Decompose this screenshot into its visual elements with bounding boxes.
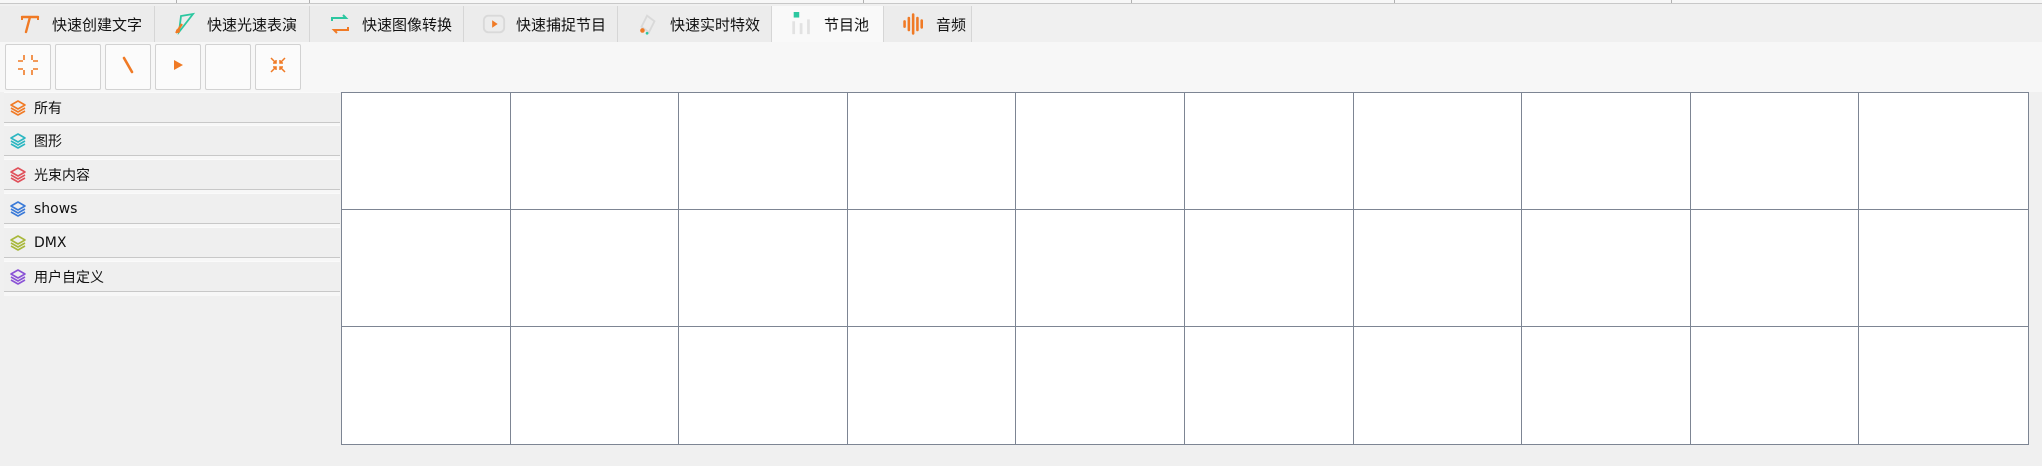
realtime-effect-icon	[636, 12, 660, 36]
show-slot[interactable]	[679, 93, 848, 210]
show-grid	[341, 92, 2029, 445]
toolbar	[0, 42, 2042, 92]
toolbar-button-5[interactable]	[205, 44, 251, 90]
tab-quick-image[interactable]: 快速图像转换	[310, 6, 464, 42]
show-slot[interactable]	[342, 93, 511, 210]
line-tool-button[interactable]	[105, 44, 151, 90]
audio-bars-icon	[902, 12, 926, 36]
tab-show-pool[interactable]: 节目池	[772, 6, 884, 42]
layers-icon	[8, 165, 28, 185]
capture-play-icon	[482, 12, 506, 36]
show-slot[interactable]	[1522, 93, 1691, 210]
category-label: 用户自定义	[34, 269, 104, 286]
category-label: DMX	[34, 234, 67, 251]
category-sidebar: 所有 图形 光束内容 shows DMX 用户自定义	[4, 92, 340, 296]
collapse-all-icon	[15, 52, 41, 82]
beam-triangle-icon	[173, 12, 197, 36]
layers-icon	[8, 199, 28, 219]
category-user-defined[interactable]: 用户自定义	[4, 261, 340, 292]
show-slot[interactable]	[847, 210, 1017, 327]
category-shapes[interactable]: 图形	[4, 125, 340, 156]
tab-label: 快速创建文字	[52, 15, 143, 34]
collapse-all-button[interactable]	[5, 44, 51, 90]
expand-all-button[interactable]	[255, 44, 301, 90]
tab-label: 快速图像转换	[362, 15, 453, 34]
tab-quick-text[interactable]: 快速创建文字	[0, 6, 155, 42]
show-slot[interactable]	[1859, 327, 2028, 444]
show-slot[interactable]	[847, 327, 1017, 444]
tab-quick-capture[interactable]: 快速捕捉节目	[464, 6, 618, 42]
category-label: shows	[34, 200, 78, 217]
show-slot[interactable]	[679, 327, 848, 444]
tab-label: 快速捕捉节目	[516, 15, 607, 34]
show-slot[interactable]	[510, 327, 680, 444]
show-slot[interactable]	[342, 210, 511, 327]
expand-all-icon	[265, 52, 291, 82]
show-slot[interactable]	[1016, 327, 1185, 444]
layers-icon	[8, 98, 28, 118]
show-slot[interactable]	[847, 93, 1017, 210]
tab-audio[interactable]: 音频	[884, 6, 972, 42]
show-slot[interactable]	[1185, 93, 1354, 210]
show-slot[interactable]	[342, 327, 511, 444]
show-slot[interactable]	[510, 210, 680, 327]
tab-quick-beam[interactable]: 快速光速表演	[155, 6, 310, 42]
show-slot[interactable]	[1522, 210, 1691, 327]
show-slot[interactable]	[1353, 327, 1523, 444]
show-slot[interactable]	[1690, 210, 1860, 327]
toolbar-button-2[interactable]	[55, 44, 101, 90]
category-label: 所有	[34, 100, 62, 117]
show-slot[interactable]	[1016, 210, 1185, 327]
show-slot[interactable]	[1522, 327, 1691, 444]
category-all[interactable]: 所有	[4, 92, 340, 123]
tab-label: 节目池	[824, 15, 870, 34]
show-slot[interactable]	[1353, 93, 1523, 210]
category-label: 光束内容	[34, 167, 90, 184]
layers-icon	[8, 131, 28, 151]
text-t-icon	[18, 12, 42, 36]
show-slot[interactable]	[1016, 93, 1185, 210]
layers-icon	[8, 267, 28, 287]
category-shows[interactable]: shows	[4, 193, 340, 224]
tab-bar: 快速创建文字 快速光速表演 快速图像转换 快速捕捉节目 快速实时特效 节目池 音…	[0, 4, 2042, 43]
tab-label: 快速光速表演	[207, 15, 298, 34]
line-draw-icon	[118, 55, 138, 79]
layers-icon	[8, 233, 28, 253]
play-icon	[171, 58, 185, 76]
category-dmx[interactable]: DMX	[4, 227, 340, 258]
tab-label: 音频	[936, 15, 967, 34]
show-slot[interactable]	[1185, 210, 1354, 327]
image-convert-icon	[328, 12, 352, 36]
show-slot[interactable]	[1353, 210, 1523, 327]
show-slot[interactable]	[1185, 327, 1354, 444]
category-beam-content[interactable]: 光束内容	[4, 159, 340, 190]
show-slot[interactable]	[510, 93, 680, 210]
show-slot[interactable]	[1859, 93, 2028, 210]
play-button[interactable]	[155, 44, 201, 90]
show-slot[interactable]	[1690, 327, 1860, 444]
show-slot[interactable]	[1859, 210, 2028, 327]
show-slot[interactable]	[1690, 93, 1860, 210]
show-slot[interactable]	[679, 210, 848, 327]
tab-label: 快速实时特效	[670, 15, 761, 34]
tab-quick-realtime[interactable]: 快速实时特效	[618, 6, 772, 42]
show-pool-icon	[790, 12, 814, 36]
category-label: 图形	[34, 133, 62, 150]
